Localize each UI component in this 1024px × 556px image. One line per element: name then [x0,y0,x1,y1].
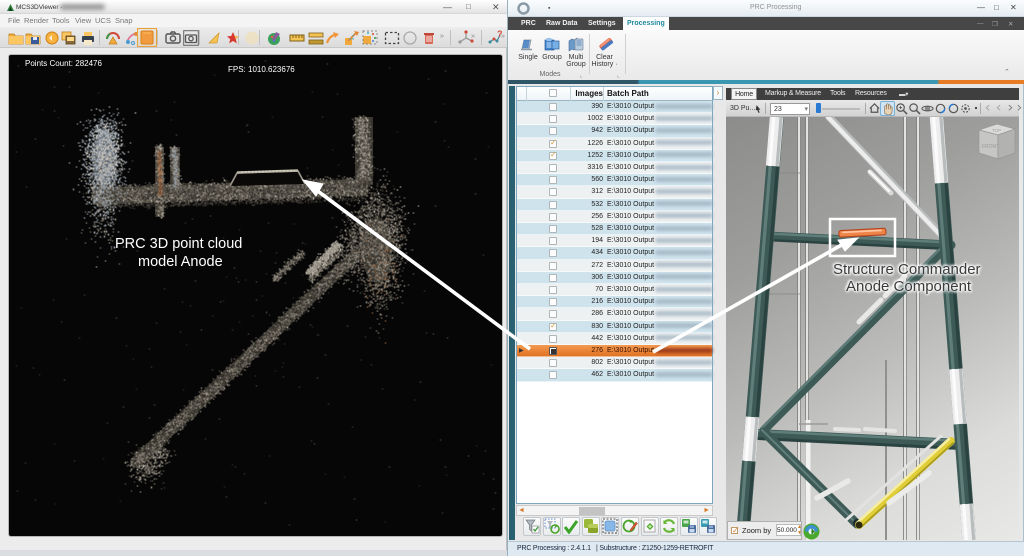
svg-text:FRONT: FRONT [982,144,999,150]
svg-text:TOP: TOP [992,128,1001,133]
